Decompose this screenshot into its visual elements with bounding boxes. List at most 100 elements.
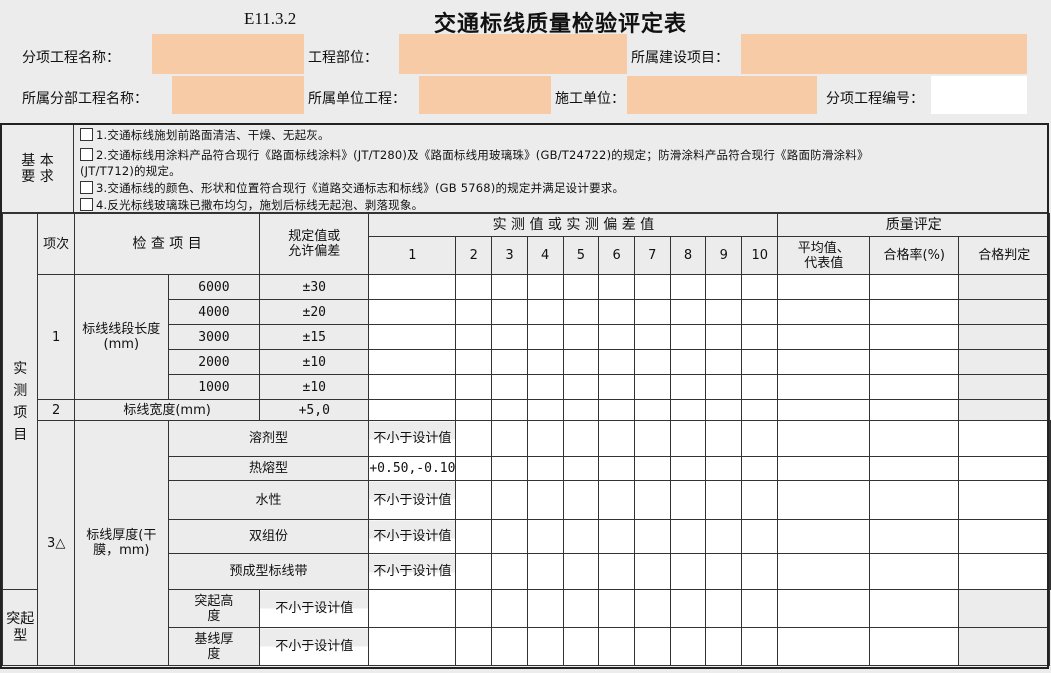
rate-cell[interactable] bbox=[958, 420, 1050, 457]
cell[interactable] bbox=[562, 274, 600, 300]
division-name-field[interactable] bbox=[172, 76, 304, 114]
cell[interactable] bbox=[633, 324, 671, 350]
construction-project-field[interactable] bbox=[741, 34, 1027, 74]
cell[interactable] bbox=[455, 420, 493, 457]
cell[interactable] bbox=[526, 399, 564, 421]
cell[interactable] bbox=[598, 299, 635, 325]
cell[interactable] bbox=[598, 399, 635, 421]
judge-cell[interactable] bbox=[1049, 553, 1051, 590]
cell[interactable] bbox=[741, 274, 779, 300]
cell[interactable] bbox=[633, 349, 671, 375]
cell[interactable] bbox=[491, 299, 528, 325]
cell[interactable] bbox=[526, 420, 564, 457]
judge-cell[interactable] bbox=[958, 589, 1050, 628]
cell[interactable] bbox=[368, 274, 457, 300]
cell[interactable] bbox=[562, 324, 600, 350]
judge-cell[interactable] bbox=[1049, 480, 1051, 520]
cell[interactable] bbox=[741, 519, 779, 554]
avg-cell[interactable] bbox=[777, 349, 871, 375]
cell[interactable] bbox=[526, 349, 564, 375]
cell[interactable] bbox=[705, 274, 743, 300]
cell[interactable] bbox=[491, 456, 528, 481]
judge-cell[interactable] bbox=[1049, 519, 1051, 554]
cell[interactable] bbox=[777, 553, 871, 590]
cell[interactable] bbox=[777, 456, 871, 481]
cell[interactable] bbox=[741, 456, 779, 481]
cell[interactable] bbox=[669, 420, 707, 457]
checkbox-3[interactable] bbox=[80, 181, 93, 194]
avg-cell[interactable] bbox=[777, 399, 871, 421]
cell[interactable] bbox=[669, 456, 707, 481]
rate-cell[interactable] bbox=[869, 399, 960, 421]
cell[interactable] bbox=[562, 480, 600, 520]
avg-cell[interactable] bbox=[869, 456, 960, 481]
cell[interactable] bbox=[705, 399, 743, 421]
cell[interactable] bbox=[526, 519, 564, 554]
cell[interactable] bbox=[669, 299, 707, 325]
cell[interactable] bbox=[455, 299, 493, 325]
avg-cell[interactable] bbox=[869, 480, 960, 520]
cell[interactable] bbox=[491, 374, 528, 400]
cell[interactable] bbox=[368, 374, 457, 400]
avg-cell[interactable] bbox=[777, 589, 871, 628]
rate-cell[interactable] bbox=[869, 274, 960, 300]
rate-cell[interactable] bbox=[958, 553, 1050, 590]
cell[interactable] bbox=[455, 399, 493, 421]
cell[interactable] bbox=[598, 274, 635, 300]
cell[interactable] bbox=[669, 480, 707, 520]
judge-cell[interactable] bbox=[958, 274, 1050, 300]
cell[interactable] bbox=[491, 553, 528, 590]
cell[interactable] bbox=[368, 399, 457, 421]
cell[interactable] bbox=[669, 519, 707, 554]
rate-cell[interactable] bbox=[958, 456, 1050, 481]
cell[interactable] bbox=[562, 553, 600, 590]
rate-cell[interactable] bbox=[869, 374, 960, 400]
checkbox-1[interactable] bbox=[80, 128, 93, 141]
cell[interactable] bbox=[633, 456, 671, 481]
cell[interactable] bbox=[562, 589, 600, 628]
cell[interactable] bbox=[633, 553, 671, 590]
cell[interactable] bbox=[669, 374, 707, 400]
cell[interactable] bbox=[526, 374, 564, 400]
cell[interactable] bbox=[598, 589, 635, 628]
cell[interactable] bbox=[669, 553, 707, 590]
cell[interactable] bbox=[598, 374, 635, 400]
cell[interactable] bbox=[741, 420, 779, 457]
checkbox-2[interactable] bbox=[80, 148, 93, 161]
cell[interactable] bbox=[368, 324, 457, 350]
cell[interactable] bbox=[455, 627, 493, 666]
rate-cell[interactable] bbox=[958, 519, 1050, 554]
cell[interactable] bbox=[741, 589, 779, 628]
cell[interactable] bbox=[491, 420, 528, 457]
cell[interactable] bbox=[669, 399, 707, 421]
cell[interactable] bbox=[368, 349, 457, 375]
cell[interactable] bbox=[633, 627, 671, 666]
cell[interactable] bbox=[562, 627, 600, 666]
cell[interactable] bbox=[598, 480, 635, 520]
cell[interactable] bbox=[526, 456, 564, 481]
cell[interactable] bbox=[741, 627, 779, 666]
cell[interactable] bbox=[491, 399, 528, 421]
cell[interactable] bbox=[741, 299, 779, 325]
unit-project-field[interactable] bbox=[419, 76, 551, 114]
cell[interactable] bbox=[705, 349, 743, 375]
avg-cell[interactable] bbox=[777, 374, 871, 400]
cell[interactable] bbox=[633, 274, 671, 300]
cell[interactable] bbox=[598, 349, 635, 375]
cell[interactable] bbox=[491, 324, 528, 350]
cell[interactable] bbox=[598, 456, 635, 481]
cell[interactable] bbox=[526, 324, 564, 350]
avg-cell[interactable] bbox=[869, 420, 960, 457]
cell[interactable] bbox=[526, 553, 564, 590]
rate-cell[interactable] bbox=[869, 349, 960, 375]
cell[interactable] bbox=[598, 627, 635, 666]
judge-cell[interactable] bbox=[958, 349, 1050, 375]
cell[interactable] bbox=[526, 274, 564, 300]
cell[interactable] bbox=[669, 274, 707, 300]
judge-cell[interactable] bbox=[958, 399, 1050, 421]
cell[interactable] bbox=[598, 420, 635, 457]
cell[interactable] bbox=[455, 456, 493, 481]
cell[interactable] bbox=[705, 589, 743, 628]
rate-cell[interactable] bbox=[869, 589, 960, 628]
cell[interactable] bbox=[526, 627, 564, 666]
